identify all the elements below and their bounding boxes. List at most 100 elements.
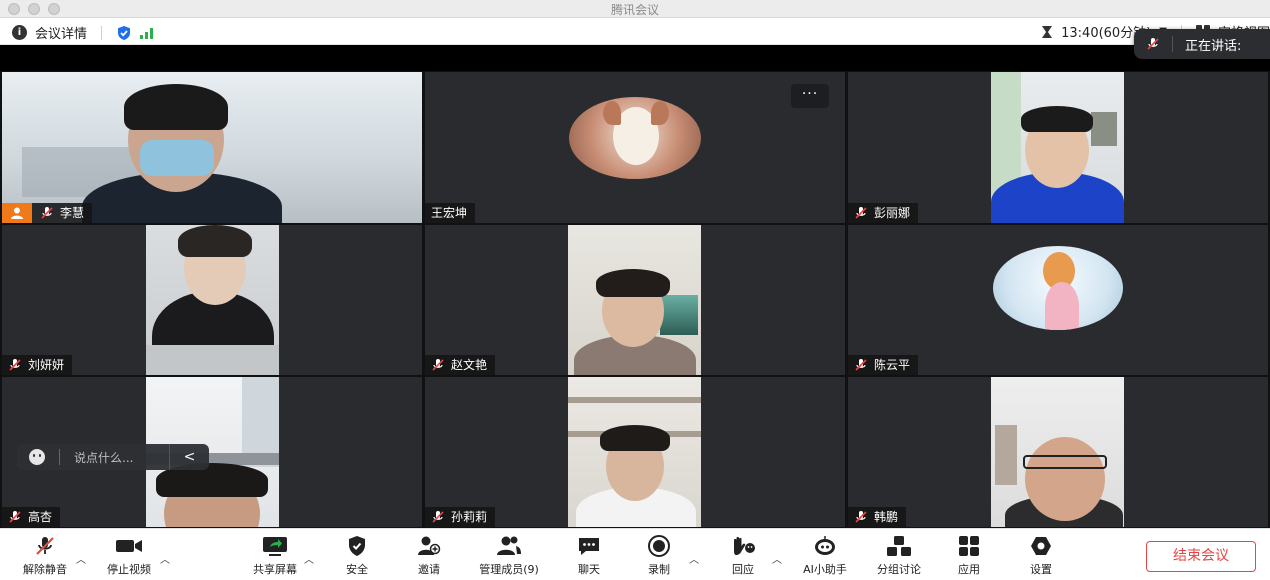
mic-muted-icon (41, 207, 53, 219)
hair (1021, 106, 1093, 132)
person-head (1025, 437, 1105, 521)
glasses (1023, 455, 1107, 469)
hair (596, 269, 670, 297)
gear-icon (1031, 537, 1051, 555)
chat-input[interactable]: 说点什么... (74, 449, 133, 466)
video-feed (568, 225, 701, 375)
participant-tile[interactable]: 韩鹏 (848, 377, 1268, 527)
invite-label: 邀请 (418, 563, 440, 576)
reaction-hand-icon (734, 536, 755, 555)
participant-name: 彭丽娜 (874, 206, 911, 220)
participant-name: 高杏 (28, 510, 53, 524)
emoji-icon[interactable] (29, 449, 45, 465)
chevron-up-icon[interactable]: ︿ (304, 551, 314, 566)
participant-name: 李慧 (60, 206, 85, 220)
settings-label: 设置 (1030, 563, 1052, 576)
speaking-label: 正在讲话: (1185, 38, 1242, 54)
manage-members-button[interactable]: 管理成员(9) (474, 535, 544, 577)
shelf (568, 397, 701, 403)
end-meeting-button[interactable]: 结束会议 (1146, 541, 1256, 572)
hair (124, 84, 228, 130)
breakout-label: 分组讨论 (877, 563, 921, 576)
chevron-up-icon[interactable]: ︿ (76, 551, 86, 566)
shield-icon (349, 536, 365, 556)
window-title: 腾讯会议 (610, 3, 659, 17)
participant-tile[interactable]: 李慧 (2, 72, 422, 223)
quick-chat-box[interactable]: 说点什么... < (17, 444, 209, 470)
participant-avatar (569, 97, 701, 179)
share-screen-label: 共享屏幕 (253, 563, 297, 576)
record-button[interactable]: 录制 (624, 535, 694, 577)
hair (600, 425, 670, 451)
share-screen-button[interactable]: 共享屏幕 (240, 535, 310, 577)
participant-name: 韩鹏 (874, 510, 899, 524)
participant-name-tag: 王宏坤 (425, 203, 476, 223)
participant-name: 赵文艳 (451, 358, 488, 372)
divider (101, 25, 103, 40)
black-strip (0, 45, 1270, 71)
participant-name-tag: 孙莉莉 (425, 507, 496, 527)
hourglass-icon (1042, 25, 1053, 38)
participant-tile[interactable]: 刘妍妍 (2, 225, 422, 375)
mic-muted-icon (9, 359, 21, 371)
door-frame (995, 425, 1017, 485)
record-icon (648, 535, 670, 557)
settings-button[interactable]: 设置 (1006, 535, 1076, 577)
ai-robot-icon (815, 536, 835, 555)
participant-tile[interactable]: 陈云平 (848, 225, 1268, 375)
more-options-button[interactable]: ··· (791, 84, 829, 108)
hair (178, 225, 252, 257)
participant-tile[interactable]: 赵文艳 (425, 225, 845, 375)
participant-tile[interactable]: ··· 王宏坤 (425, 72, 845, 223)
members-icon (497, 536, 521, 555)
security-button[interactable]: 安全 (322, 535, 392, 577)
mic-muted-icon (1147, 38, 1159, 50)
mic-muted-icon (9, 511, 21, 523)
chat-icon (579, 538, 599, 555)
chevron-up-icon[interactable]: ︿ (160, 551, 170, 566)
apps-label: 应用 (958, 563, 980, 576)
video-feed (2, 72, 422, 223)
invite-button[interactable]: 邀请 (394, 535, 464, 577)
video-feed (991, 377, 1124, 527)
breakout-rooms-icon (887, 536, 911, 556)
unmute-button[interactable]: 解除静音 (10, 535, 80, 577)
cartoon-dress (1045, 282, 1079, 330)
info-icon[interactable]: i (12, 25, 27, 40)
stop-video-button[interactable]: 停止视频 (94, 535, 164, 577)
network-signal-icon[interactable] (140, 27, 154, 39)
chat-button[interactable]: 聊天 (554, 535, 624, 577)
reactions-label: 回应 (732, 563, 754, 576)
participant-name: 王宏坤 (431, 206, 468, 220)
participant-avatar (993, 246, 1123, 330)
security-label: 安全 (346, 563, 368, 576)
mic-muted-icon (855, 207, 867, 219)
participant-name-tag: 刘妍妍 (2, 355, 73, 375)
mic-muted-icon (432, 359, 444, 371)
record-label: 录制 (648, 563, 670, 576)
invite-user-icon (418, 536, 441, 555)
participant-name: 陈云平 (874, 358, 911, 372)
participant-tile[interactable]: 彭丽娜 (848, 72, 1268, 223)
host-icon (2, 203, 32, 223)
chevron-up-icon[interactable]: ︿ (772, 551, 782, 566)
apps-button[interactable]: 应用 (934, 535, 1004, 577)
video-feed (991, 72, 1124, 223)
camera-icon (116, 540, 142, 552)
participant-name-tag: 高杏 (2, 507, 61, 527)
ai-assistant-button[interactable]: AI小助手 (790, 535, 860, 577)
chevron-up-icon[interactable]: ︿ (689, 551, 699, 566)
apps-grid-icon (959, 536, 979, 556)
chat-label: 聊天 (578, 563, 600, 576)
breakout-button[interactable]: 分组讨论 (864, 535, 934, 577)
participant-tile[interactable]: 孙莉莉 (425, 377, 845, 527)
wall-picture (1091, 112, 1117, 146)
collapse-chat-button[interactable]: < (169, 444, 209, 470)
reactions-button[interactable]: 回应 (708, 535, 778, 577)
ai-assistant-label: AI小助手 (803, 563, 847, 576)
video-feed (568, 377, 701, 527)
meeting-info-link[interactable]: 会议详情 (35, 23, 87, 42)
dog-ear (651, 101, 669, 125)
security-shield-icon[interactable] (116, 25, 132, 41)
participant-name: 刘妍妍 (28, 358, 65, 372)
